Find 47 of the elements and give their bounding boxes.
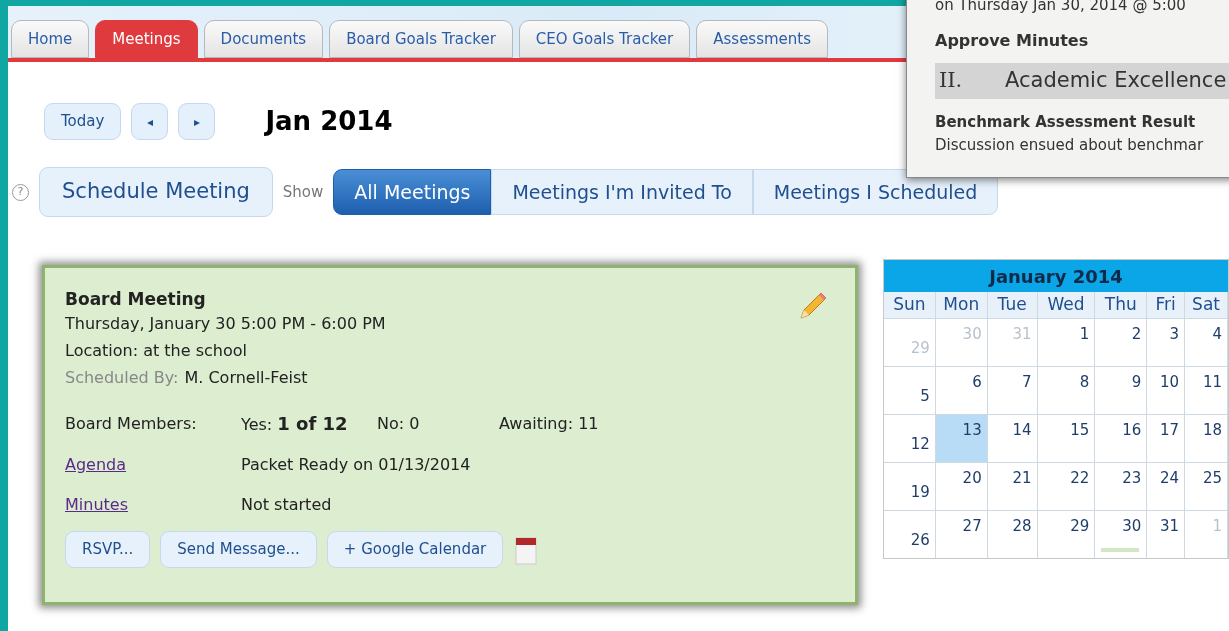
nav-tab[interactable]: Home [11, 20, 90, 58]
section-number: II. [939, 67, 964, 95]
members-label: Board Members: [65, 413, 198, 435]
show-label: Show [282, 181, 324, 203]
meeting-location: Location: at the school [65, 340, 248, 362]
weekday-header: Wed [1037, 292, 1096, 318]
action-button[interactable]: Send Message... [160, 531, 317, 568]
weekday-header: Sat [1185, 292, 1228, 318]
meeting-title: Board Meeting [65, 288, 206, 310]
popup-text: Discussion ensued about benchmar [935, 134, 1205, 156]
popup-subtitle: Benchmark Assessment Result [935, 112, 1197, 133]
document-status: Not started [241, 494, 332, 516]
awaiting-count: Awaiting: 11 [499, 413, 599, 435]
yes-count: Yes: 1 of 12 [241, 412, 349, 436]
popup-item-title: Approve Minutes [935, 30, 1090, 52]
scheduled-by-label: Scheduled By: [65, 367, 179, 389]
nav-tab[interactable]: Board Goals Tracker [329, 20, 513, 58]
today-button[interactable]: Today [44, 103, 122, 140]
weekday-header: Sun [884, 292, 936, 318]
calendar-day[interactable]: 13 [935, 415, 988, 462]
next-button[interactable]: ▸ [178, 103, 216, 140]
no-count: No: 0 [377, 413, 421, 435]
filter-tab[interactable]: Meetings I'm Invited To [491, 169, 753, 215]
filter-tab[interactable]: All Meetings [333, 169, 492, 215]
weekday-header: Tue [987, 292, 1038, 318]
weekday-header: Fri [1147, 292, 1186, 318]
document-link[interactable]: Agenda [65, 453, 241, 477]
action-button[interactable]: + Google Calendar [326, 531, 504, 568]
nav-tab[interactable]: Meetings [95, 20, 198, 58]
meeting-time: Thursday, January 30 5:00 PM - 6:00 PM [65, 313, 387, 335]
event-marker[interactable] [1101, 548, 1140, 552]
document-status: Packet Ready on 01/13/2014 [241, 454, 471, 476]
section-title: Academic Excellence [1005, 67, 1227, 95]
period-title: Jan 2014 [265, 105, 393, 138]
action-button[interactable]: RSVP... [65, 531, 151, 568]
nav-tab[interactable]: Documents [203, 20, 324, 58]
weekday-header: Thu [1095, 292, 1148, 318]
weekday-header: Mon [935, 292, 988, 318]
previous-button[interactable]: ◂ [131, 103, 169, 140]
schedule-meeting-button[interactable]: Schedule Meeting [39, 167, 273, 217]
document-link[interactable]: Minutes [65, 493, 241, 517]
pencil-icon[interactable] [797, 290, 829, 322]
filter-tab[interactable]: Meetings I Scheduled [752, 169, 999, 215]
nav-tab[interactable]: Assessments [696, 20, 829, 58]
scheduled-by-name: M. Cornell-Feist [184, 367, 308, 389]
nav-tab[interactable]: CEO Goals Tracker [518, 20, 691, 58]
calendar-title: January 2014 [884, 260, 1228, 292]
